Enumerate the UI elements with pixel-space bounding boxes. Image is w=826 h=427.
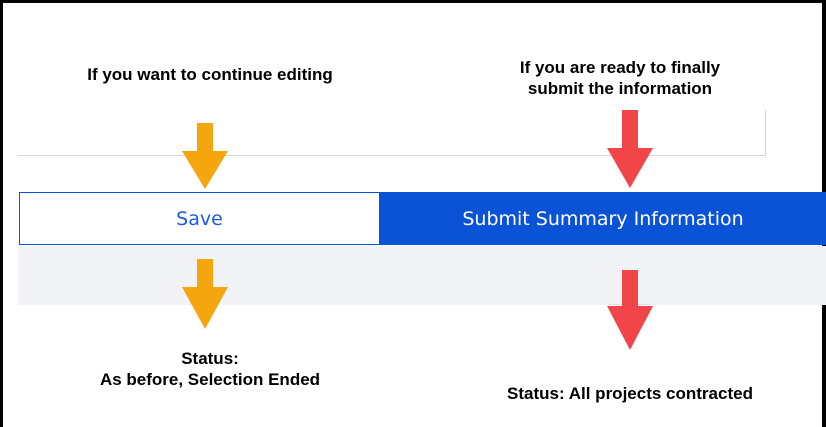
ready-to-submit-note: If you are ready to finally submit the i… <box>519 58 721 98</box>
arrow-down-icon <box>182 123 228 189</box>
arrow-down-icon <box>607 110 653 188</box>
arrow-down-icon <box>182 259 228 329</box>
save-status-note: Status: As before, Selection Ended <box>99 349 321 389</box>
save-button[interactable]: Save <box>19 192 380 245</box>
footer-band <box>18 246 826 305</box>
submit-status-note: Status: All projects contracted <box>507 384 753 403</box>
arrow-down-icon <box>607 270 653 350</box>
continue-editing-note: If you want to continue editing <box>87 65 333 84</box>
submit-summary-button[interactable]: Submit Summary Information <box>380 192 826 245</box>
